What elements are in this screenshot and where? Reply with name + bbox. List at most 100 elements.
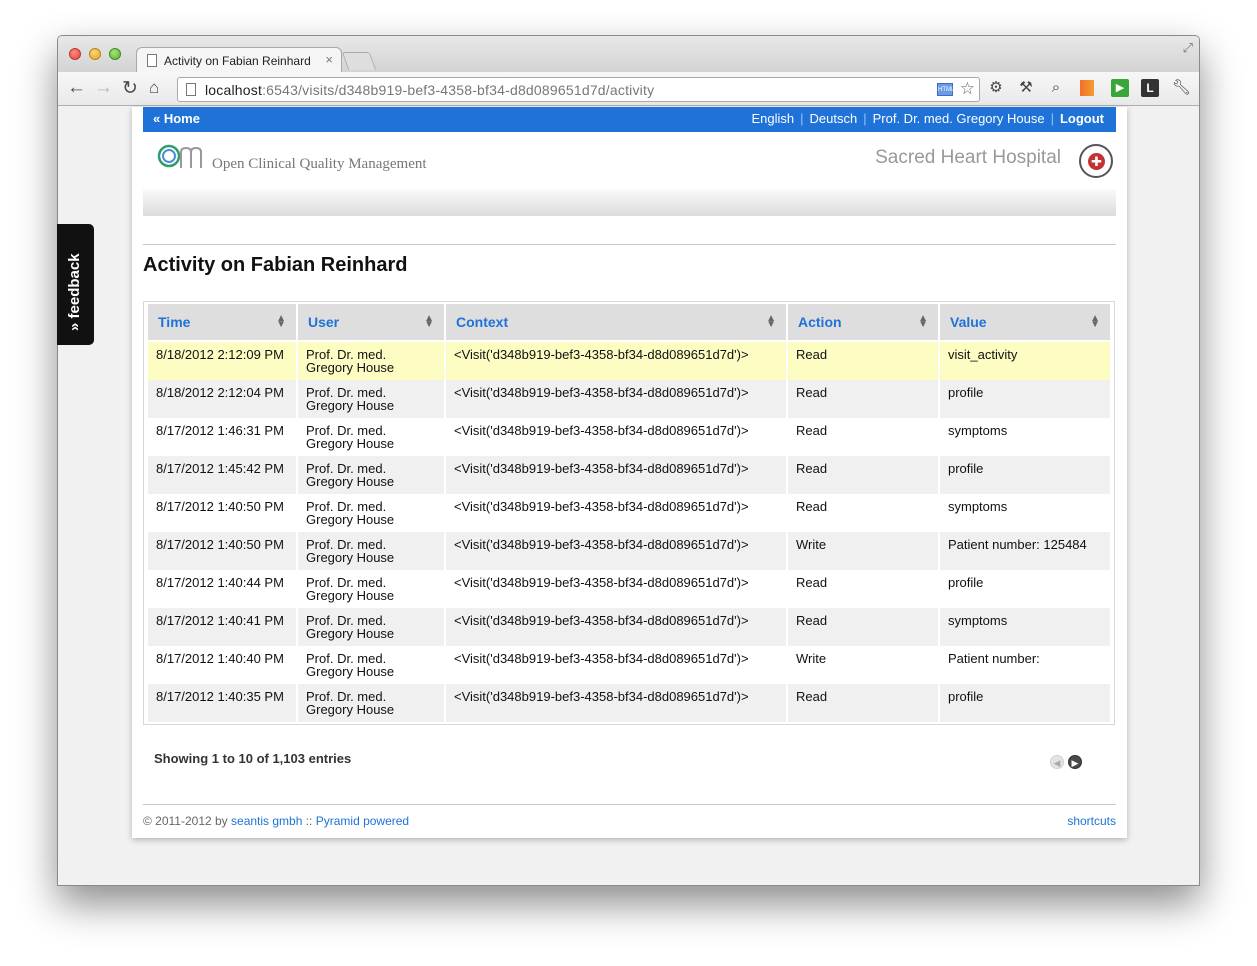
feedback-label: » feedback	[66, 253, 83, 331]
cell-value: Patient number: 125484	[940, 532, 1110, 570]
html5-icon[interactable]: HTML	[937, 83, 954, 96]
forward-icon[interactable]: →	[94, 77, 113, 99]
cell-action: Read	[788, 608, 938, 646]
cell-action: Read	[788, 456, 938, 494]
cell-context: <Visit('d348b919-bef3-4358-bf34-d8d08965…	[446, 646, 786, 684]
cell-time: 8/17/2012 1:40:44 PM	[148, 570, 296, 608]
cell-time: 8/17/2012 1:40:40 PM	[148, 646, 296, 684]
zoom-window-button[interactable]	[109, 48, 121, 60]
language-deutsch-link[interactable]: Deutsch	[810, 111, 858, 126]
cell-context: <Visit('d348b919-bef3-4358-bf34-d8d08965…	[446, 380, 786, 418]
cell-value: profile	[940, 380, 1110, 418]
column-header-value[interactable]: Value ▲ ▼	[940, 304, 1110, 342]
top-navigation: « Home English | Deutsch | Prof. Dr. med. Gr…	[143, 107, 1116, 132]
gear-icon[interactable]: ⚙	[987, 79, 1005, 97]
cell-user: Prof. Dr. med. Gregory House	[298, 570, 444, 608]
cell-user: Prof. Dr. med. Gregory House	[298, 380, 444, 418]
cell-value: profile	[940, 570, 1110, 608]
cell-time: 8/18/2012 2:12:09 PM	[148, 342, 296, 380]
url-text: localhost:6543/visits/d348b919-bef3-4358…	[205, 82, 655, 98]
cell-action: Write	[788, 646, 938, 684]
top-links: English | Deutsch | Prof. Dr. med. Gregory H…	[751, 111, 1104, 126]
bookmark-star-icon[interactable]: ☆	[960, 79, 975, 99]
table-row[interactable]: 8/18/2012 2:12:04 PM Prof. Dr. med. Grego…	[148, 380, 1110, 418]
hospital-name: Sacred Heart Hospital	[875, 147, 1061, 168]
user-profile-link[interactable]: Prof. Dr. med. Gregory House	[873, 111, 1045, 126]
browser-window: Activity on Fabian Reinhard × ⤢ ← → ↻ ⌂ …	[57, 35, 1200, 886]
cell-context: <Visit('d348b919-bef3-4358-bf34-d8d08965…	[446, 494, 786, 532]
play-icon[interactable]: ▶	[1111, 79, 1129, 97]
ocqm-logo-icon[interactable]	[157, 142, 203, 172]
home-icon[interactable]: ⌂	[149, 78, 159, 98]
table-row[interactable]: 8/17/2012 1:46:31 PM Prof. Dr. med. Grego…	[148, 418, 1110, 456]
logout-link[interactable]: Logout	[1060, 111, 1104, 126]
minimize-window-button[interactable]	[89, 48, 101, 60]
cell-time: 8/17/2012 1:40:50 PM	[148, 532, 296, 570]
table-row[interactable]: 8/17/2012 1:40:44 PM Prof. Dr. med. Grego…	[148, 570, 1110, 608]
settings-wrench-icon[interactable]: 🔧︎	[1172, 79, 1191, 97]
wrench-icon[interactable]: ⚒	[1017, 79, 1035, 97]
column-header-action[interactable]: Action ▲ ▼	[788, 304, 938, 342]
pyramid-link[interactable]: Pyramid powered	[316, 814, 409, 828]
previous-page-icon[interactable]: ◀	[1050, 755, 1064, 769]
feedback-tab[interactable]: » feedback	[57, 224, 94, 345]
sort-icon: ▲ ▼	[1090, 313, 1100, 330]
header-band	[143, 189, 1116, 216]
close-window-button[interactable]	[69, 48, 81, 60]
browser-tab[interactable]: Activity on Fabian Reinhard ×	[136, 47, 342, 73]
cell-time: 8/18/2012 2:12:04 PM	[148, 380, 296, 418]
reload-icon[interactable]: ↻	[122, 77, 138, 100]
magnifier-icon[interactable]: ⌕	[1047, 79, 1065, 97]
tab-close-icon[interactable]: ×	[325, 52, 333, 67]
cell-action: Read	[788, 342, 938, 380]
l-extension-icon[interactable]: L	[1141, 79, 1159, 97]
table-row[interactable]: 8/17/2012 1:40:50 PM Prof. Dr. med. Grego…	[148, 532, 1110, 570]
address-bar[interactable]: localhost:6543/visits/d348b919-bef3-4358…	[177, 77, 980, 102]
next-page-icon[interactable]: ▶	[1068, 755, 1082, 769]
new-tab-button[interactable]	[341, 52, 377, 70]
cell-value: symptoms	[940, 494, 1110, 532]
cell-action: Read	[788, 380, 938, 418]
title-bar: Activity on Fabian Reinhard × ⤢	[58, 36, 1199, 73]
cell-context: <Visit('d348b919-bef3-4358-bf34-d8d08965…	[446, 684, 786, 722]
column-header-user[interactable]: User ▲ ▼	[298, 304, 444, 342]
activity-table: Time ▲ ▼ User ▲ ▼ Context ▲ ▼ Action ▲ ▼ Value ▲ ▼…	[146, 304, 1112, 722]
shortcuts-link[interactable]: shortcuts	[1067, 814, 1116, 828]
cell-user: Prof. Dr. med. Gregory House	[298, 608, 444, 646]
cell-action: Read	[788, 418, 938, 456]
back-icon[interactable]: ←	[67, 77, 86, 99]
table-row[interactable]: 8/17/2012 1:45:42 PM Prof. Dr. med. Grego…	[148, 456, 1110, 494]
company-link[interactable]: seantis gmbh	[231, 814, 302, 828]
browser-toolbar: ← → ↻ ⌂ localhost:6543/visits/d348b919-b…	[58, 72, 1199, 106]
table-row[interactable]: 8/18/2012 2:12:09 PM Prof. Dr. med. Grego…	[148, 342, 1110, 380]
cell-user: Prof. Dr. med. Gregory House	[298, 456, 444, 494]
language-english-link[interactable]: English	[751, 111, 794, 126]
table-row[interactable]: 8/17/2012 1:40:41 PM Prof. Dr. med. Grego…	[148, 608, 1110, 646]
cell-context: <Visit('d348b919-bef3-4358-bf34-d8d08965…	[446, 456, 786, 494]
pagination: ◀ ▶	[1050, 753, 1086, 771]
cell-user: Prof. Dr. med. Gregory House	[298, 646, 444, 684]
table-row[interactable]: 8/17/2012 1:40:35 PM Prof. Dr. med. Grego…	[148, 684, 1110, 722]
footer-divider	[143, 804, 1116, 805]
home-link[interactable]: « Home	[153, 111, 200, 126]
table-row[interactable]: 8/17/2012 1:40:40 PM Prof. Dr. med. Grego…	[148, 646, 1110, 684]
sort-icon: ▲ ▼	[766, 313, 776, 330]
sort-icon: ▲ ▼	[424, 313, 434, 330]
app-name: Open Clinical Quality Management	[212, 156, 427, 172]
cell-value: symptoms	[940, 418, 1110, 456]
cell-value: profile	[940, 456, 1110, 494]
table-info: Showing 1 to 10 of 1,103 entries	[154, 751, 352, 766]
cell-time: 8/17/2012 1:40:50 PM	[148, 494, 296, 532]
fullscreen-icon[interactable]: ⤢	[1183, 40, 1193, 56]
divider	[143, 244, 1116, 245]
cell-action: Read	[788, 684, 938, 722]
table-row[interactable]: 8/17/2012 1:40:50 PM Prof. Dr. med. Grego…	[148, 494, 1110, 532]
activity-table-container: Time ▲ ▼ User ▲ ▼ Context ▲ ▼ Action ▲ ▼ Value ▲ ▼…	[143, 301, 1115, 725]
column-header-time[interactable]: Time ▲ ▼	[148, 304, 296, 342]
cell-user: Prof. Dr. med. Gregory House	[298, 418, 444, 456]
extension-orange-icon[interactable]	[1080, 80, 1094, 96]
page-title: Activity on Fabian Reinhard	[143, 254, 408, 276]
column-header-context[interactable]: Context ▲ ▼	[446, 304, 786, 342]
sort-icon: ▲ ▼	[918, 313, 928, 330]
cell-user: Prof. Dr. med. Gregory House	[298, 684, 444, 722]
